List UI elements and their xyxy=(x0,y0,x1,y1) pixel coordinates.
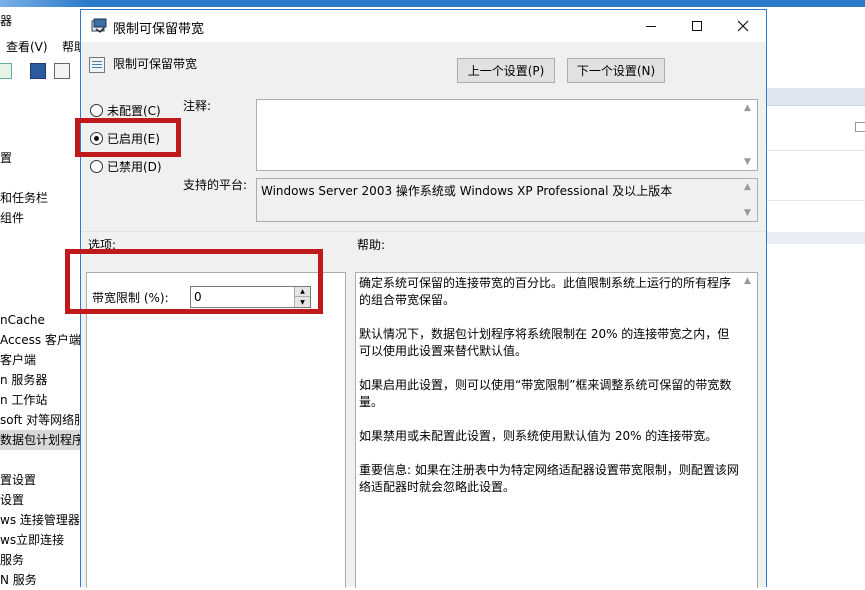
tree-item[interactable]: ws 连接管理器 xyxy=(0,510,80,530)
close-icon xyxy=(737,20,749,32)
detail-header xyxy=(767,88,865,106)
policy-setting-icon xyxy=(89,57,105,73)
help-panel: 确定系统可保留的连接带宽的百分比。此值限制系统上运行的所有程序的组合带宽保留。 … xyxy=(355,272,758,588)
platform-value: Windows Server 2003 操作系统或 Windows XP Pro… xyxy=(261,184,673,198)
tree-item[interactable]: 服务 xyxy=(0,550,24,570)
help-paragraph: 确定系统可保留的连接带宽的百分比。此值限制系统上运行的所有程序的组合带宽保留。 xyxy=(359,276,732,307)
dialog-titlebar[interactable]: 限制可保留带宽 xyxy=(81,10,766,42)
tree-item[interactable]: soft 对等网络服 xyxy=(0,410,86,430)
tree-item[interactable]: 置 xyxy=(0,148,12,168)
minimize-icon xyxy=(646,25,656,27)
background-toolbar xyxy=(0,60,80,84)
radio-label: 未配置(C) xyxy=(107,103,161,118)
tree-item[interactable]: 置设置 xyxy=(0,470,36,490)
background-titlebar xyxy=(0,0,865,7)
radio-not-configured[interactable]: 未配置(C) xyxy=(90,101,161,119)
help-paragraph: 如果禁用或未配置此设置，则系统使用默认值为 20% 的连接带宽。 xyxy=(359,429,718,443)
detail-tab-strip xyxy=(767,232,865,244)
scroll-up-icon[interactable]: ▲ xyxy=(744,182,751,192)
help-label: 帮助: xyxy=(357,238,386,252)
scroll-up-icon[interactable]: ▲ xyxy=(744,276,751,286)
help-paragraph: 默认情况下，数据包计划程序将系统限制在 20% 的连接带宽之内，但可以使用此设置… xyxy=(359,327,730,358)
annotation-highlight-enabled xyxy=(75,118,181,157)
background-detail-pane xyxy=(767,0,865,587)
tree-item[interactable]: ws立即连接 xyxy=(0,530,64,550)
platform-label: 支持的平台: xyxy=(183,178,248,192)
tree-item[interactable]: 和任务栏 xyxy=(0,188,48,208)
policy-window-icon xyxy=(91,18,107,33)
annotation-highlight-bandwidth xyxy=(65,249,323,314)
comment-scrollbar[interactable]: ▲ ▼ xyxy=(740,100,757,170)
radio-disabled[interactable]: 已禁用(D) xyxy=(90,157,162,175)
background-title: 器 xyxy=(0,14,13,28)
tree-item[interactable]: 设置 xyxy=(0,490,24,510)
menu-view[interactable]: 查看(V) xyxy=(6,38,48,55)
comment-label: 注释: xyxy=(183,99,212,113)
scroll-down-icon[interactable]: ▼ xyxy=(744,157,751,167)
policy-tree: 置 和任务栏 组件 nCache Access 客户端优 客户端 n 服务器 n… xyxy=(0,84,93,590)
radio-circle xyxy=(90,159,103,173)
help-text: 确定系统可保留的连接带宽的百分比。此值限制系统上运行的所有程序的组合带宽保留。 … xyxy=(359,275,739,513)
tree-item[interactable]: N 服务 xyxy=(0,570,37,590)
help-paragraph: 如果启用此设置，则可以使用“带宽限制”框来调整系统可保留的带宽数量。 xyxy=(359,378,732,409)
help-scrollbar[interactable]: ▲ xyxy=(740,273,757,588)
maximize-icon xyxy=(692,21,702,31)
platform-scrollbar[interactable]: ▲ ▼ xyxy=(740,179,757,221)
radio-circle xyxy=(90,103,103,117)
tree-item[interactable]: Access 客户端优 xyxy=(0,330,93,350)
section-divider xyxy=(81,231,766,232)
scroll-up-icon[interactable]: ▲ xyxy=(744,103,751,113)
options-panel: 带宽限制 (%): ▲ ▼ xyxy=(86,272,346,588)
help-icon[interactable] xyxy=(30,63,46,79)
next-setting-button[interactable]: 下一个设置(N) xyxy=(567,58,665,83)
maximize-button[interactable] xyxy=(674,10,720,42)
tree-item[interactable]: 客户端 xyxy=(0,350,36,370)
scroll-down-icon[interactable]: ▼ xyxy=(744,208,751,218)
minimize-button[interactable] xyxy=(628,10,674,42)
policy-name: 限制可保留带宽 xyxy=(113,57,198,71)
properties-icon[interactable] xyxy=(54,63,70,79)
close-button[interactable] xyxy=(720,10,766,42)
detail-marker-icon xyxy=(855,122,865,132)
forward-icon[interactable] xyxy=(0,63,12,79)
comment-textarea[interactable]: ▲ ▼ xyxy=(256,99,758,171)
tree-item[interactable]: 组件 xyxy=(0,208,24,228)
tree-item[interactable]: n 工作站 xyxy=(0,390,47,410)
dialog-title: 限制可保留带宽 xyxy=(113,22,205,37)
tree-item-selected[interactable]: 数据包计划程序 xyxy=(0,430,89,450)
tree-item[interactable]: nCache xyxy=(0,310,45,330)
platform-field: Windows Server 2003 操作系统或 Windows XP Pro… xyxy=(256,178,758,222)
help-paragraph: 重要信息: 如果在注册表中为特定网络适配器设置带宽限制，则配置该网络适配器时就会… xyxy=(359,463,739,494)
previous-setting-button[interactable]: 上一个设置(P) xyxy=(457,58,555,83)
tree-item[interactable]: n 服务器 xyxy=(0,370,47,390)
radio-label: 已禁用(D) xyxy=(107,159,162,174)
